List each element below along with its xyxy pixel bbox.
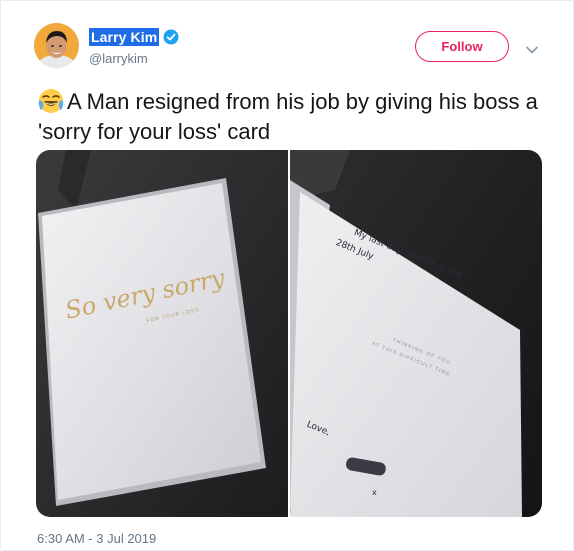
media-grid: So very sorry FOR YOUR LOSS My last day … [36, 150, 542, 517]
tweet-text: A Man resigned from his job by giving hi… [38, 89, 538, 144]
tweet-timestamp[interactable]: 6:30 AM - 3 Jul 2019 [37, 531, 156, 546]
tweet-text-block: A Man resigned from his job by giving hi… [38, 87, 548, 147]
follow-button[interactable]: Follow [415, 31, 509, 62]
tweet-card: Larry Kim @larrykim Follow A Man resigne… [0, 0, 574, 551]
photo-left[interactable]: So very sorry FOR YOUR LOSS [36, 150, 288, 517]
handwritten-kiss: x [372, 488, 377, 497]
chevron-down-icon[interactable] [525, 42, 539, 54]
author-block: Larry Kim @larrykim [89, 27, 179, 66]
laughing-crying-emoji-icon [38, 88, 64, 114]
author-name[interactable]: Larry Kim [89, 28, 160, 46]
author-handle[interactable]: @larrykim [89, 51, 179, 66]
avatar[interactable] [34, 23, 79, 68]
photo-right[interactable]: My last day at work is the 28th July THI… [290, 150, 542, 517]
verified-badge-icon [163, 29, 179, 45]
